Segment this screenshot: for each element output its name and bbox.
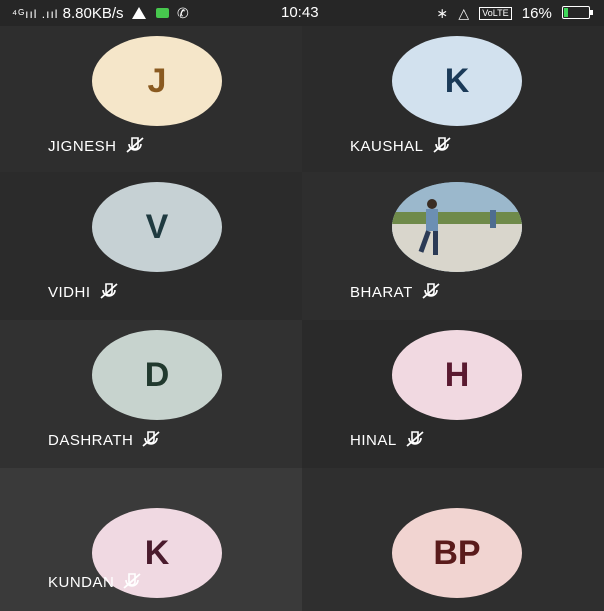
participant-name: DASHRATH [48, 430, 161, 449]
avatar-initials: K [144, 534, 170, 572]
mic-off-icon [141, 430, 161, 448]
mic-off-icon [432, 136, 452, 154]
participant-tile[interactable]: BP [302, 468, 604, 611]
battery-cap [590, 10, 593, 15]
clock: 10:43 [281, 4, 319, 21]
participant-name-text: JIGNESH [48, 138, 117, 155]
participant-name-text: KAUSHAL [350, 138, 424, 155]
message-icon [155, 8, 169, 18]
participant-name: KAUSHAL [350, 136, 452, 155]
participant-grid: J JIGNESH K KAUSHAL V VIDHI BHARAT D DASHRATH H HI… [0, 26, 604, 611]
participant-tile[interactable]: K KUNDAN [0, 468, 302, 611]
participant-tile[interactable]: H HINAL [302, 320, 604, 468]
battery-icon [562, 6, 593, 19]
warning-icon [131, 7, 146, 19]
mic-off-icon [99, 282, 119, 300]
status-bar: ⁴ᴳııl .ııl 8.80KB/s ✆ 10:43 ∗ △ VoLTE 16… [0, 0, 604, 26]
mute-icon: △ [458, 5, 470, 21]
participant-name-text: KUNDAN [48, 574, 115, 591]
participant-name-text: BHARAT [350, 284, 413, 301]
participant-name: KUNDAN [48, 572, 142, 591]
avatar-initials: K [444, 62, 470, 100]
participant-avatar: K [392, 36, 522, 126]
mic-off-icon [405, 430, 425, 448]
participant-name: VIDHI [48, 282, 119, 301]
participant-name: JIGNESH [48, 136, 145, 155]
mic-off-icon [421, 282, 441, 300]
phone-icon: ✆ [177, 5, 189, 21]
avatar-initials: H [444, 356, 470, 394]
network-speed: 8.80KB/s [62, 5, 124, 22]
participant-name-text: VIDHI [48, 284, 91, 301]
participant-tile[interactable]: D DASHRATH [0, 320, 302, 468]
bluetooth-icon: ∗ [436, 5, 449, 21]
volte-badge: VoLTE [479, 7, 512, 20]
participant-avatar: BP [392, 508, 522, 598]
participant-name: BHARAT [350, 282, 441, 301]
status-left: ⁴ᴳııl .ııl 8.80KB/s ✆ [12, 4, 189, 23]
status-right: ∗ △ VoLTE 16% [436, 4, 593, 23]
participant-tile[interactable]: V VIDHI [0, 172, 302, 320]
battery-percent: 16% [521, 5, 552, 22]
mic-off-icon [122, 572, 142, 590]
participant-name-text: HINAL [350, 432, 397, 449]
avatar-initials: V [145, 208, 169, 246]
participant-photo [392, 182, 522, 272]
participant-name-text: DASHRATH [48, 432, 134, 449]
participant-avatar: D [92, 330, 222, 420]
participant-avatar: H [392, 330, 522, 420]
mic-off-icon [125, 136, 145, 154]
battery-level [564, 8, 568, 17]
participant-tile[interactable]: BHARAT [302, 172, 604, 320]
signal-icon: ⁴ᴳııl .ııl [12, 7, 59, 21]
avatar-initials: J [147, 62, 167, 100]
participant-avatar: J [92, 36, 222, 126]
participant-avatar: V [92, 182, 222, 272]
participant-tile[interactable]: K KAUSHAL [302, 26, 604, 172]
avatar-initials: BP [433, 534, 481, 572]
participant-tile[interactable]: J JIGNESH [0, 26, 302, 172]
meeting-screen: ⁴ᴳııl .ııl 8.80KB/s ✆ 10:43 ∗ △ VoLTE 16… [0, 0, 604, 611]
participant-name: HINAL [350, 430, 425, 449]
avatar-initials: D [144, 356, 170, 394]
